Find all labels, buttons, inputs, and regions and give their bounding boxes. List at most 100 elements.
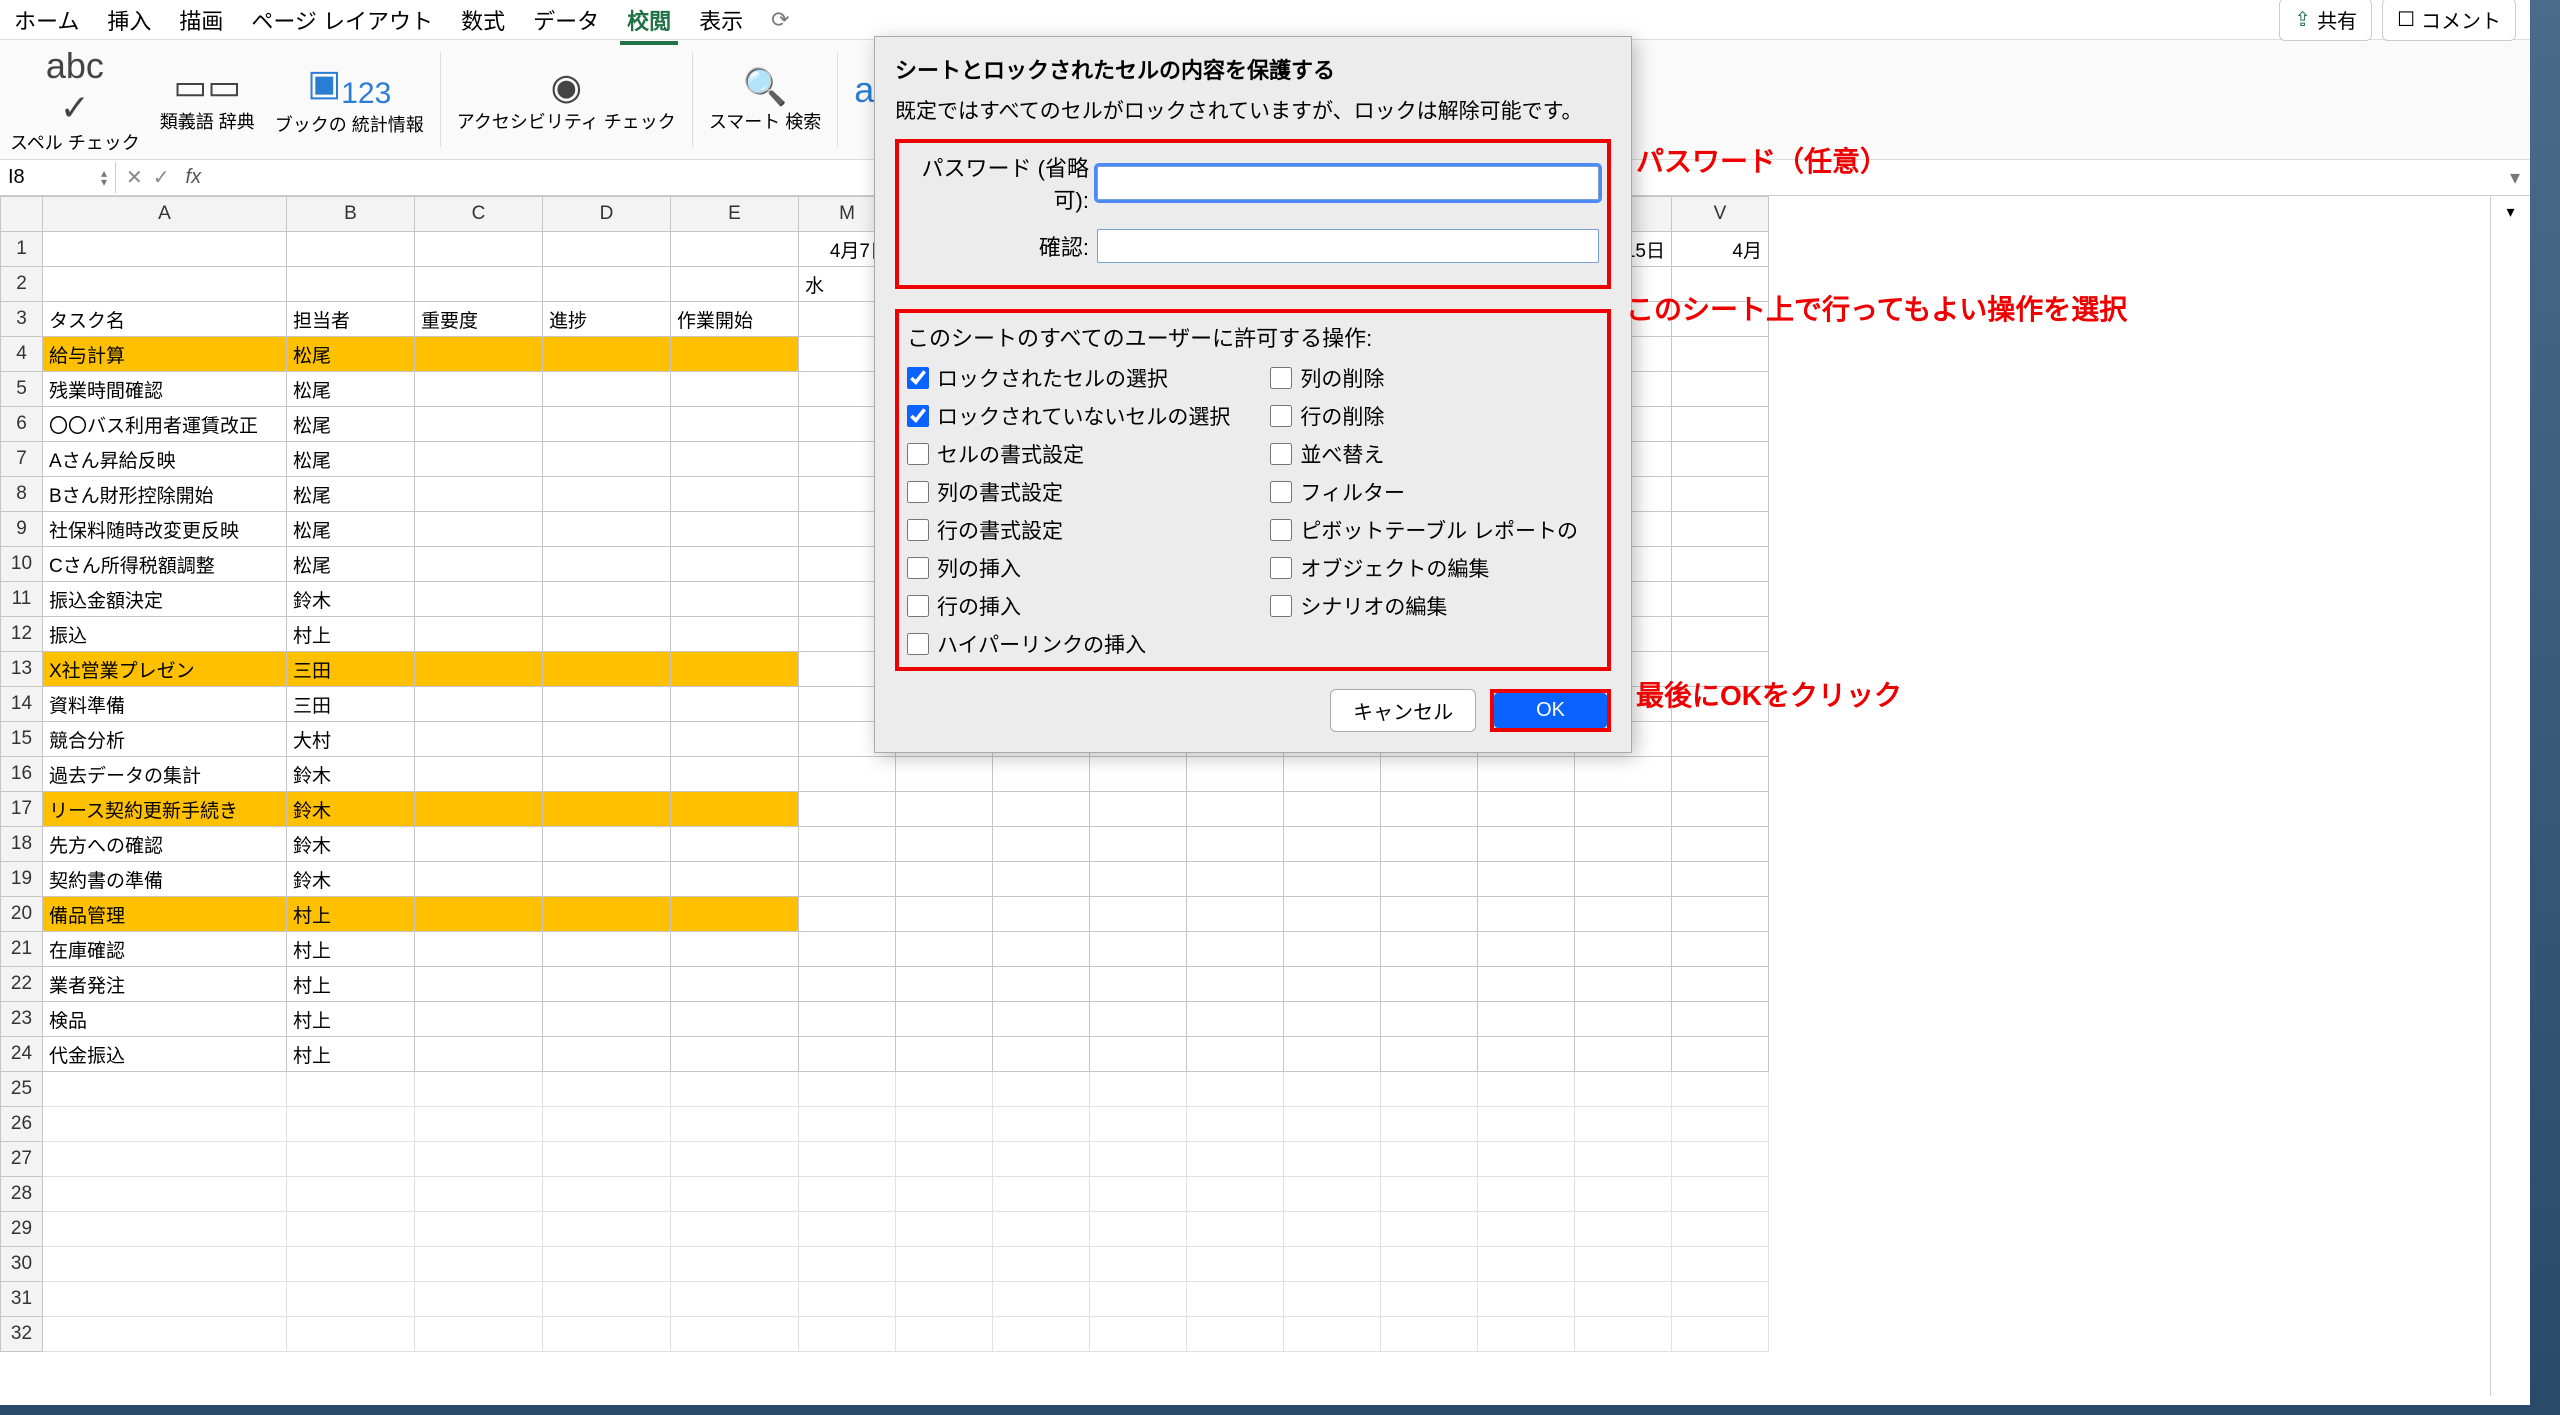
cell[interactable]: [799, 897, 896, 932]
cell[interactable]: [287, 1177, 415, 1212]
cell[interactable]: [671, 582, 799, 617]
cell[interactable]: [993, 1002, 1090, 1037]
cell[interactable]: [1672, 1072, 1769, 1107]
task-8[interactable]: Bさん財形控除開始: [43, 477, 287, 512]
cell[interactable]: [1090, 1317, 1187, 1352]
cell[interactable]: [671, 1107, 799, 1142]
cell[interactable]: [1187, 1212, 1284, 1247]
assignee-24[interactable]: 村上: [287, 1037, 415, 1072]
row-header-23[interactable]: 23: [1, 1002, 43, 1037]
perm-option[interactable]: 列の削除: [1270, 363, 1578, 393]
cell[interactable]: [1672, 827, 1769, 862]
header-start[interactable]: 作業開始: [671, 302, 799, 337]
cell[interactable]: [993, 862, 1090, 897]
assignee-6[interactable]: 松尾: [287, 407, 415, 442]
task-9[interactable]: 社保料随時改変更反映: [43, 512, 287, 547]
cell[interactable]: [1478, 1142, 1575, 1177]
perm-option[interactable]: ロックされていないセルの選択: [907, 401, 1230, 431]
cell[interactable]: [1090, 1282, 1187, 1317]
cell[interactable]: [1187, 1247, 1284, 1282]
cell[interactable]: [43, 1072, 287, 1107]
cell[interactable]: [1187, 1317, 1284, 1352]
cell[interactable]: [799, 1282, 896, 1317]
assignee-14[interactable]: 三田: [287, 687, 415, 722]
cell[interactable]: [1478, 1037, 1575, 1072]
col-header-date-9[interactable]: V: [1672, 197, 1769, 232]
cell[interactable]: [1284, 1212, 1381, 1247]
cell[interactable]: [1381, 862, 1478, 897]
cell[interactable]: [43, 1247, 287, 1282]
cell[interactable]: [1478, 1072, 1575, 1107]
cell[interactable]: [1478, 1212, 1575, 1247]
assignee-19[interactable]: 鈴木: [287, 862, 415, 897]
cell[interactable]: [543, 442, 671, 477]
cell[interactable]: [1672, 757, 1769, 792]
cell[interactable]: [415, 967, 543, 1002]
perm-checkbox[interactable]: [1270, 519, 1292, 541]
cell[interactable]: [415, 372, 543, 407]
cell[interactable]: [1478, 792, 1575, 827]
cell[interactable]: [1381, 1212, 1478, 1247]
cell[interactable]: [415, 512, 543, 547]
cell[interactable]: [1381, 1317, 1478, 1352]
cell[interactable]: [1575, 1177, 1672, 1212]
cell[interactable]: [1187, 792, 1284, 827]
perm-checkbox[interactable]: [907, 595, 929, 617]
cell[interactable]: [671, 1002, 799, 1037]
tab-6[interactable]: 校閲: [613, 0, 685, 44]
cell[interactable]: [1381, 792, 1478, 827]
cell[interactable]: [1381, 1037, 1478, 1072]
assignee-16[interactable]: 鈴木: [287, 757, 415, 792]
cell[interactable]: [799, 862, 896, 897]
cell[interactable]: [1187, 827, 1284, 862]
cell[interactable]: [1284, 1142, 1381, 1177]
cell[interactable]: [1090, 1072, 1187, 1107]
cell[interactable]: [287, 1107, 415, 1142]
row-header-32[interactable]: 32: [1, 1317, 43, 1352]
cell[interactable]: [1672, 897, 1769, 932]
cell[interactable]: [1284, 862, 1381, 897]
cell[interactable]: [1575, 1072, 1672, 1107]
enter-formula-icon[interactable]: ✓: [153, 165, 170, 190]
cell[interactable]: [543, 1212, 671, 1247]
cell[interactable]: [43, 1142, 287, 1177]
perm-checkbox[interactable]: [907, 633, 929, 655]
cell[interactable]: [415, 1282, 543, 1317]
row-header-4[interactable]: 4: [1, 337, 43, 372]
cell[interactable]: [415, 617, 543, 652]
cell[interactable]: [993, 757, 1090, 792]
cell[interactable]: [543, 687, 671, 722]
cell[interactable]: [896, 862, 993, 897]
assignee-5[interactable]: 松尾: [287, 372, 415, 407]
perm-checkbox[interactable]: [1270, 405, 1292, 427]
assignee-20[interactable]: 村上: [287, 897, 415, 932]
assignee-15[interactable]: 大村: [287, 722, 415, 757]
assignee-10[interactable]: 松尾: [287, 547, 415, 582]
cell[interactable]: [543, 1282, 671, 1317]
row-header-6[interactable]: 6: [1, 407, 43, 442]
cell[interactable]: [543, 267, 671, 302]
cell[interactable]: [543, 932, 671, 967]
cell[interactable]: [671, 1142, 799, 1177]
cell[interactable]: [1672, 1247, 1769, 1282]
cell[interactable]: [1575, 897, 1672, 932]
cell[interactable]: [671, 862, 799, 897]
assignee-11[interactable]: 鈴木: [287, 582, 415, 617]
cell[interactable]: [896, 1107, 993, 1142]
cell[interactable]: [287, 267, 415, 302]
cell[interactable]: [287, 1282, 415, 1317]
cell[interactable]: [1187, 1142, 1284, 1177]
cell[interactable]: [543, 1002, 671, 1037]
assignee-7[interactable]: 松尾: [287, 442, 415, 477]
cell[interactable]: [799, 1247, 896, 1282]
cell[interactable]: [671, 1282, 799, 1317]
thesaurus-button[interactable]: ▭▭類義語 辞典: [150, 40, 265, 159]
cell[interactable]: [799, 1107, 896, 1142]
cell[interactable]: [543, 337, 671, 372]
cell[interactable]: [1478, 1247, 1575, 1282]
cell[interactable]: [671, 407, 799, 442]
cell[interactable]: [671, 337, 799, 372]
cell[interactable]: [1090, 792, 1187, 827]
name-box[interactable]: I8▴▾: [0, 162, 116, 193]
cell[interactable]: [671, 232, 799, 267]
